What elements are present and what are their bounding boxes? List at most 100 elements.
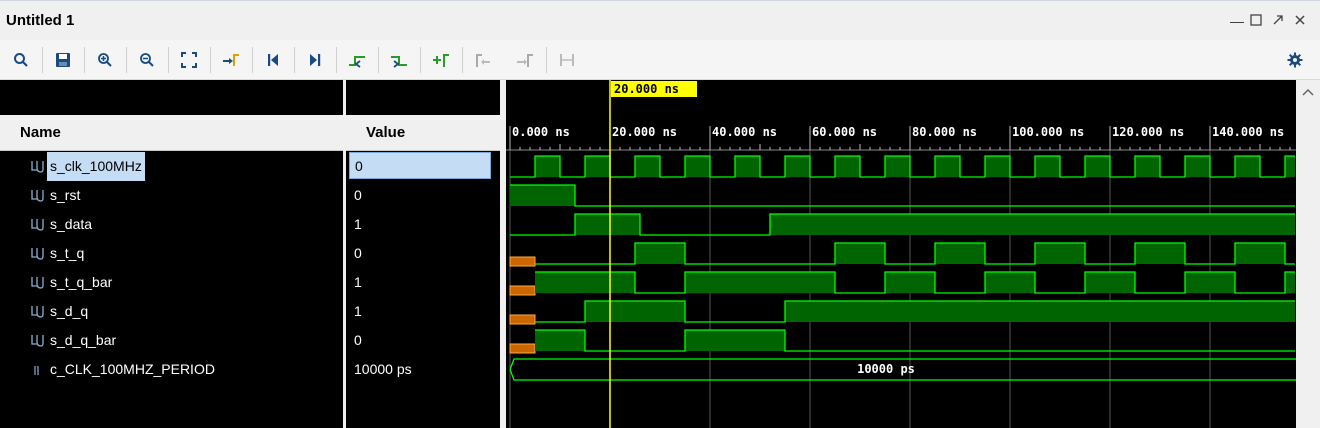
go-to-time-zero-icon[interactable] [262,49,284,71]
wave-high-fill [685,330,785,351]
wave-high-fill [1285,156,1295,177]
signal-value: 1 [354,216,362,232]
vertical-scrollbar[interactable] [1296,80,1320,428]
signal-icon [30,152,44,181]
signal-value: 0 [354,245,362,261]
signal-name[interactable]: s_t_q [47,239,87,268]
wave-s_t_q [509,242,1295,267]
wave-s_d_q [509,300,1295,325]
previous-transition-icon[interactable] [346,49,368,71]
undefined-segment [509,256,536,267]
previous-marker-icon [472,49,494,71]
signal-name[interactable]: s_d_q [47,297,91,326]
wave-high-fill [1135,243,1185,264]
time-tick-label: 120.000 ns [1112,125,1184,139]
signal-value-row[interactable]: 0 [346,181,500,210]
wave-c_CLK_100MHZ_PERIOD: 10000 ps [509,358,1296,381]
next-transition-icon[interactable] [388,49,410,71]
wave-high-fill [635,243,685,264]
settings-icon[interactable] [1284,49,1306,71]
window-title: Untitled 1 [6,12,75,29]
zoom-fit-icon[interactable] [178,49,200,71]
wave-high-fill [535,272,635,293]
signal-value: 1 [354,274,362,290]
signal-row-s_clk_100MHz[interactable]: s_clk_100MHz [0,152,343,181]
signal-name[interactable]: c_CLK_100MHZ_PERIOD [47,355,218,384]
wave-high-fill [935,156,960,177]
signal-name[interactable]: s_clk_100MHz [47,152,145,181]
signal-value: 0 [354,332,362,348]
restore-icon[interactable] [1250,13,1262,29]
signal-icon [30,239,44,268]
signal-row-s_t_q[interactable]: s_t_q [0,239,343,268]
go-to-cursor-icon[interactable] [220,49,242,71]
signal-value-row[interactable]: 1 [346,297,500,326]
signal-value-row[interactable]: 0 [346,239,500,268]
undefined-segment [509,343,536,354]
wave-s_clk_100MHz [510,155,1295,178]
cursor-time-label: 20.000 ns [614,82,679,96]
wave-high-fill [885,272,935,293]
wave-s_data [510,213,1295,236]
save-icon[interactable] [52,49,74,71]
signal-row-s_data[interactable]: s_data [0,210,343,239]
signal-row-s_d_q_bar[interactable]: s_d_q_bar [0,326,343,355]
time-tick-label: 40.000 ns [712,125,777,139]
signal-name[interactable]: s_data [47,210,95,239]
wave-high-fill [1185,156,1210,177]
signal-value-row[interactable]: 0 [346,152,500,181]
bus-value-label: 10000 ps [857,362,915,376]
name-column-header[interactable]: Name [0,115,343,151]
wave-high-fill [510,185,575,206]
signal-name[interactable]: s_t_q_bar [47,268,115,297]
wave-high-fill [1035,156,1060,177]
minimize-icon[interactable]: — [1230,13,1244,29]
wave-high-fill [1235,243,1285,264]
time-tick-label: 0.000 ns [512,125,570,139]
time-tick-label: 60.000 ns [812,125,877,139]
value-column-header[interactable]: Value [346,115,500,151]
signal-row-s_rst[interactable]: s_rst [0,181,343,210]
signal-icon [30,326,44,355]
wave-high-fill [785,156,810,177]
wave-high-fill [735,156,760,177]
wave-high-fill [1285,272,1295,293]
wave-high-fill [685,272,835,293]
wave-line [510,184,1295,207]
close-icon[interactable] [1294,13,1306,29]
wave-high-fill [1085,272,1135,293]
wave-high-fill [585,301,685,322]
signal-row-s_d_q[interactable]: s_d_q [0,297,343,326]
undefined-segment [509,285,536,296]
waveform-toolbar [0,40,1320,80]
signal-value: 10000 ps [354,361,412,377]
wave-high-fill [985,272,1035,293]
signal-name-panel: Name s_clk_100MHz s_rst s_data s_t_q s_t_q_b… [0,80,343,428]
add-marker-icon[interactable] [430,49,452,71]
signal-value-row[interactable]: 1 [346,210,500,239]
zoom-in-icon[interactable] [94,49,116,71]
swap-cursors-icon [556,49,578,71]
signal-name[interactable]: s_rst [47,181,83,210]
scroll-up-icon[interactable] [1296,82,1320,102]
wave-high-fill [1185,272,1235,293]
window-title-bar: Untitled 1 — [0,0,1320,40]
go-to-last-time-icon[interactable] [304,49,326,71]
wave-high-fill [1135,156,1160,177]
signal-value-row[interactable]: 0 [346,326,500,355]
float-icon[interactable] [1272,13,1284,29]
search-icon[interactable] [10,49,32,71]
wave-high-fill [585,156,610,177]
wave-high-fill [835,243,885,264]
signal-value-row[interactable]: 10000 ps [346,355,500,384]
next-marker-icon [514,49,536,71]
waveform-canvas[interactable]: 0.000 ns 20.000 ns 40.000 ns 60.000 ns 80.00… [506,80,1296,428]
wave-high-fill [1035,243,1085,264]
wave-high-fill [985,156,1010,177]
signal-row-s_t_q_bar[interactable]: s_t_q_bar [0,268,343,297]
zoom-out-icon[interactable] [136,49,158,71]
signal-name[interactable]: s_d_q_bar [47,326,119,355]
signal-row-c_CLK_100MHZ_PERIOD[interactable]: c_CLK_100MHZ_PERIOD [0,355,343,384]
wave-s_rst [510,184,1295,207]
signal-value-row[interactable]: 1 [346,268,500,297]
